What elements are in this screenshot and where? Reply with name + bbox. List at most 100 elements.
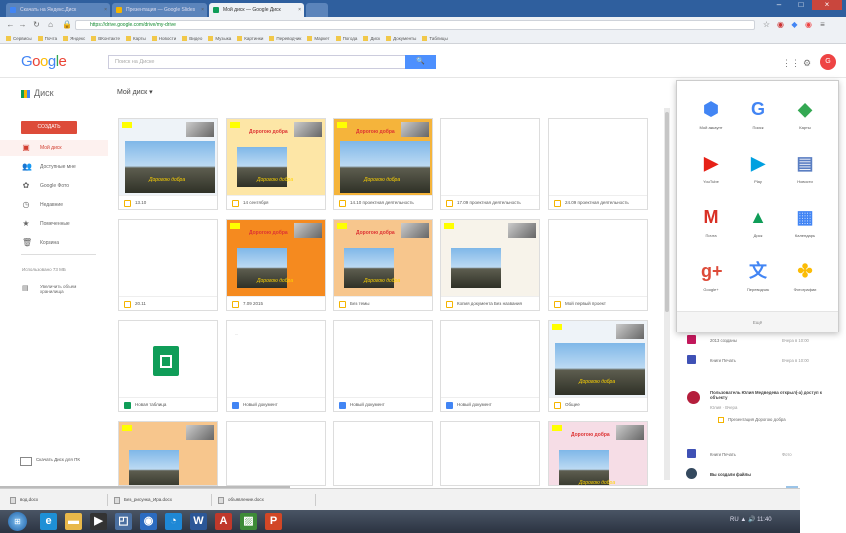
file-card[interactable]: Новая таблица <box>118 320 218 412</box>
app-launcher-item[interactable]: ✤ Фотографии <box>785 255 825 303</box>
activity-row[interactable]: Книги Печать Вчера в 10:00 <box>680 352 840 368</box>
home-icon[interactable]: ⌂ <box>46 20 55 29</box>
close-tab-icon[interactable]: × <box>104 3 107 17</box>
file-card[interactable]: ... Новый документ <box>226 320 326 412</box>
file-card[interactable] <box>333 421 433 486</box>
get-drive-link[interactable]: Скачать Диск для ПК <box>20 457 95 466</box>
activity-row[interactable]: 2013 созданы Вчера в 10:00 <box>680 332 840 348</box>
bookmark-item[interactable]: Новости <box>151 33 176 43</box>
apps-grid-icon[interactable]: ⋮⋮ <box>782 59 800 68</box>
app-launcher-item[interactable]: ▤ Новости <box>785 147 825 195</box>
bookmark-item[interactable]: Карты <box>125 33 146 43</box>
bookmark-item[interactable]: Таблицы <box>422 33 448 43</box>
file-card[interactable]: Новый документ <box>440 320 540 412</box>
app-launcher-item[interactable]: ▶ YouTube <box>691 147 731 195</box>
start-button[interactable]: ⊞ <box>8 512 27 531</box>
search-input[interactable]: Поиск на Диске <box>108 55 436 69</box>
download-item[interactable]: объявление.docx <box>216 494 316 506</box>
bookmark-item[interactable]: Музыка <box>208 33 231 43</box>
file-card[interactable]: Мой первый проект <box>548 219 648 311</box>
settings-menu-icon[interactable]: ≡ <box>818 20 827 29</box>
new-button[interactable]: СОЗДАТЬ <box>21 121 77 134</box>
file-card[interactable] <box>440 421 540 486</box>
ie-icon[interactable]: e <box>40 513 57 530</box>
reload-icon[interactable]: ↻ <box>32 20 41 29</box>
maximize-button[interactable]: □ <box>790 0 812 10</box>
powerpoint-icon[interactable]: P <box>265 513 282 530</box>
activity-row[interactable]: Книги Печать Фото <box>680 446 840 462</box>
sidebar-item[interactable]: ✿ Google Фото <box>0 178 108 194</box>
app-launcher-item[interactable]: ▶ Play <box>738 147 778 195</box>
close-tab-icon[interactable]: × <box>201 3 204 17</box>
url-field[interactable]: https://drive.google.com/drive/my-drive <box>75 20 755 30</box>
bookmark-item[interactable]: Переводчик <box>269 33 301 43</box>
minimize-button[interactable]: – <box>768 0 790 10</box>
explorer-icon[interactable]: ▬ <box>65 513 82 530</box>
bookmark-item[interactable]: Диск <box>363 33 380 43</box>
browser-tab[interactable]: Скачать на Яндекс.Диск × <box>6 3 110 17</box>
app-launcher-item[interactable]: 文 Переводчик <box>738 255 778 303</box>
google-logo[interactable]: Google <box>21 53 67 70</box>
browser-tab-active[interactable]: Мой диск — Google Диск × <box>209 3 304 17</box>
extension-icon[interactable]: ◉ <box>804 20 813 29</box>
activity-row[interactable]: Вы создали файлы <box>680 466 840 482</box>
sidebar-item[interactable]: ◷ Недавние <box>0 197 108 213</box>
sidebar-item[interactable]: 👥 Доступные мне <box>0 159 108 175</box>
extension-icon[interactable]: ◉ <box>776 20 785 29</box>
scrollbar[interactable] <box>664 108 670 480</box>
bookmark-item[interactable]: Сервисы <box>6 33 32 43</box>
more-apps-button[interactable]: Ещё <box>677 311 838 332</box>
file-card[interactable] <box>226 421 326 486</box>
sidebar-item[interactable]: 🗑 Корзина <box>0 235 108 251</box>
file-card[interactable]: Дорогою добра Дорогою добра 14.10 проектна… <box>333 118 433 210</box>
file-card[interactable]: 24.09 проектная деятельность <box>548 118 648 210</box>
file-card[interactable]: Копия документа Без названия <box>440 219 540 311</box>
activity-file[interactable]: Презентация Дорогою добра <box>718 417 786 423</box>
forward-icon[interactable]: → <box>18 20 27 29</box>
file-card[interactable]: Дорогою добра Дорогою добра <box>548 421 648 486</box>
settings-gear-icon[interactable]: ⚙ <box>803 59 811 68</box>
file-card[interactable]: Новый документ <box>333 320 433 412</box>
scrollbar-thumb[interactable] <box>665 112 669 312</box>
file-card[interactable]: 20.11 <box>118 219 218 311</box>
word-icon[interactable]: W <box>190 513 207 530</box>
new-tab-button[interactable] <box>306 3 328 17</box>
file-card[interactable]: Дорогою добра 13.10 <box>118 118 218 210</box>
avatar[interactable]: G <box>820 54 836 70</box>
download-item[interactable]: вод.docx <box>8 494 108 506</box>
system-tray[interactable]: RU ▲ 🔊 11:40 <box>730 516 772 523</box>
folder-icon[interactable]: ◰ <box>115 513 132 530</box>
browser-tab[interactable]: Презентация — Google Slides × <box>112 3 207 17</box>
file-card[interactable]: Дорогою добра Дорогою добра Без темы <box>333 219 433 311</box>
pdf-icon[interactable]: A <box>215 513 232 530</box>
breadcrumb[interactable]: Мой диск ▾ <box>117 88 153 96</box>
bookmark-item[interactable]: Маркет <box>307 33 330 43</box>
search-button[interactable]: 🔍 <box>405 55 436 69</box>
app-launcher-item[interactable]: M Почта <box>691 201 731 249</box>
app-launcher-item[interactable]: ◆ Карты <box>785 93 825 141</box>
app-launcher-item[interactable]: ▦ Календарь <box>785 201 825 249</box>
file-card[interactable] <box>118 421 218 486</box>
app-launcher-item[interactable]: g+ Google+ <box>691 255 731 303</box>
extension-icon[interactable]: ◆ <box>790 20 799 29</box>
bookmark-item[interactable]: ВКонтакте <box>91 33 120 43</box>
download-item[interactable]: Без_рисунка_Ира.docx <box>112 494 212 506</box>
activity-share-event[interactable]: Пользователь Юлия Медведева открыл(-а) д… <box>680 387 840 435</box>
file-card[interactable]: Дорогою добра Дорогою добра 7.09 2015 <box>226 219 326 311</box>
app-launcher-item[interactable]: ⬢ Мой аккаунт <box>691 93 731 141</box>
bookmark-item[interactable]: Документы <box>386 33 416 43</box>
file-card[interactable]: 17.09 проектная деятельность <box>440 118 540 210</box>
close-window-button[interactable]: × <box>812 0 842 10</box>
upgrade-storage-link[interactable]: ▤ Увеличить объем хранилища <box>22 284 95 294</box>
bookmark-item[interactable]: Яндекс <box>63 33 85 43</box>
sidebar-item[interactable]: ★ Помеченные <box>0 216 108 232</box>
app-launcher-item[interactable]: ▲ Диск <box>738 201 778 249</box>
app-launcher-item[interactable]: G Поиск <box>738 93 778 141</box>
bookmark-item[interactable]: Картинки <box>237 33 263 43</box>
file-card[interactable]: Дорогою добра Дорогою добра 14 сентября <box>226 118 326 210</box>
image-icon[interactable]: ▨ <box>240 513 257 530</box>
bookmark-star-icon[interactable]: ☆ <box>762 20 771 29</box>
bookmark-item[interactable]: Погода <box>335 33 357 43</box>
chrome-icon[interactable]: ◉ <box>140 513 157 530</box>
close-tab-icon[interactable]: × <box>298 3 301 17</box>
